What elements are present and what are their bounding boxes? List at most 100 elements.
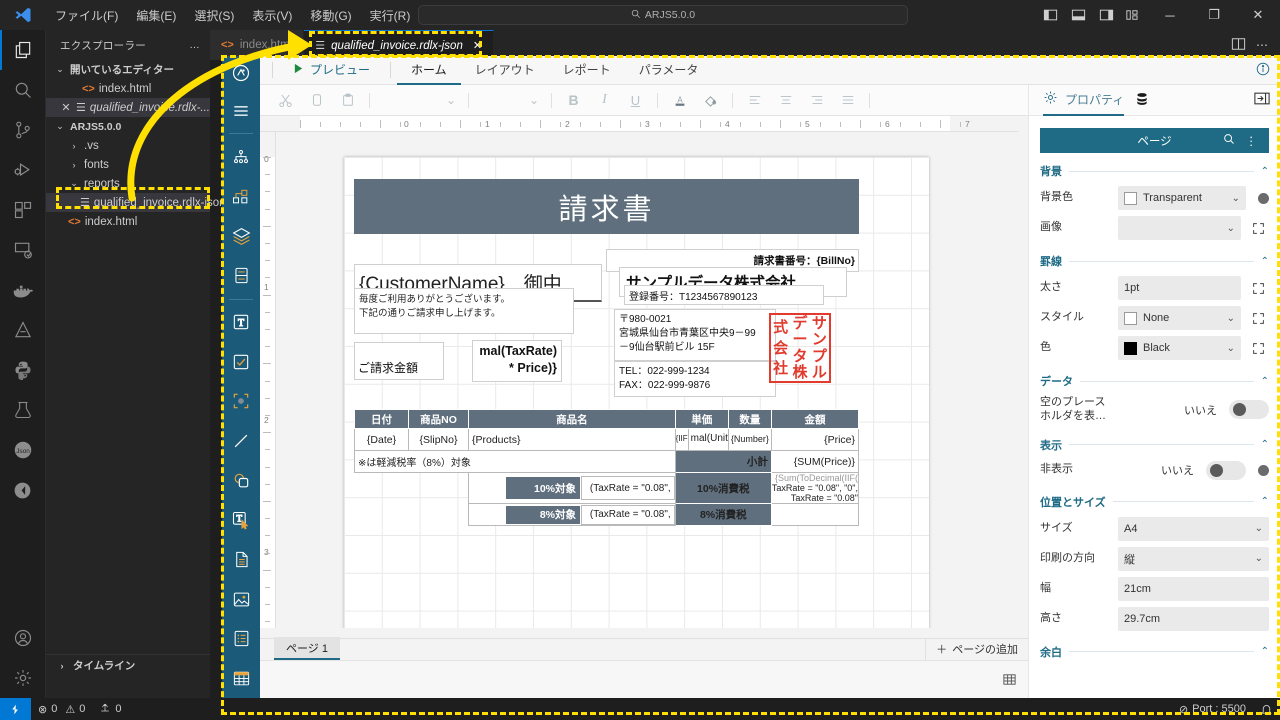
- python-icon[interactable]: [0, 350, 46, 390]
- line-icon[interactable]: [222, 421, 260, 461]
- explorer-icon[interactable]: [0, 30, 46, 70]
- subtotal-value[interactable]: {SUM(Price)}: [771, 451, 858, 473]
- border-color-select[interactable]: Black ⌄: [1118, 336, 1241, 360]
- chevron-up-icon[interactable]: ⌃: [1261, 439, 1269, 450]
- report-page[interactable]: 請求書 請求書番号：{BillNo} {CustomerName} 御中 毎度ご…: [344, 157, 929, 628]
- tab-layout[interactable]: レイアウト: [461, 56, 549, 85]
- property-search-bar[interactable]: ページ ⋮: [1040, 128, 1269, 153]
- search-icon[interactable]: [1223, 133, 1235, 148]
- testing-icon[interactable]: [0, 390, 46, 430]
- section-data[interactable]: データ ⌃: [1029, 363, 1280, 393]
- search-icon[interactable]: [0, 70, 46, 110]
- paper-size-select[interactable]: A4 ⌄: [1118, 517, 1269, 541]
- problems-status[interactable]: ⊗ 0 ⚠ 0: [31, 698, 92, 720]
- tax8-tax-value[interactable]: [771, 504, 858, 526]
- amount-label-field[interactable]: ご請求金額: [354, 342, 444, 380]
- cell-price[interactable]: {Price}: [771, 429, 858, 451]
- reset-dot-icon[interactable]: [1258, 465, 1269, 476]
- customize-layout-icon[interactable]: [1120, 0, 1148, 30]
- azure-icon[interactable]: [0, 310, 46, 350]
- file-qualified-invoice-rdlx-json[interactable]: ☰ qualified_invoice.rdlx-json: [46, 193, 210, 212]
- section-border[interactable]: 罫線 ⌃: [1029, 243, 1280, 273]
- close-icon[interactable]: ✕: [60, 101, 72, 114]
- grid-icon[interactable]: [996, 667, 1022, 693]
- canvas-scroll-area[interactable]: 請求書 請求書番号：{BillNo} {CustomerName} 御中 毎度ご…: [276, 132, 1018, 628]
- shape-icon[interactable]: [222, 382, 260, 422]
- partial-circle-icon[interactable]: [0, 470, 46, 510]
- copy-icon[interactable]: [301, 85, 332, 116]
- border-style-select[interactable]: None ⌄: [1118, 306, 1241, 330]
- folder-vs[interactable]: › .vs: [46, 136, 210, 155]
- layers-icon[interactable]: [222, 216, 260, 256]
- checkbox-icon[interactable]: [222, 342, 260, 382]
- menu-file[interactable]: ファイル(F): [46, 3, 127, 28]
- live-server-port[interactable]: ⊘ Port : 5500: [1172, 698, 1253, 720]
- amount-value-field[interactable]: mal(TaxRate) * Price)}: [472, 340, 562, 382]
- tab-parameters[interactable]: パラメータ: [625, 56, 713, 85]
- align-justify-icon[interactable]: [832, 85, 863, 116]
- window-close-button[interactable]: ✕: [1236, 0, 1280, 30]
- tax10-tax-value[interactable]: {Sum(ToDecimal(IIF( TaxRate = "0.08", "0…: [771, 473, 858, 504]
- docker-icon[interactable]: [0, 270, 46, 310]
- expression-editor-icon[interactable]: [1247, 217, 1269, 239]
- overlap-shape-icon[interactable]: [222, 461, 260, 501]
- menu-hamburger-icon[interactable]: [222, 91, 260, 131]
- section-visibility[interactable]: 表示 ⌃: [1029, 427, 1280, 457]
- split-editor-icon[interactable]: [1231, 37, 1246, 54]
- preview-button[interactable]: プレビュー: [279, 56, 384, 85]
- run-debug-icon[interactable]: [0, 150, 46, 190]
- toggle-panel-icon[interactable]: [1064, 0, 1092, 30]
- menu-edit[interactable]: 編集(E): [127, 3, 185, 28]
- menu-go[interactable]: 移動(G): [301, 3, 360, 28]
- align-left-icon[interactable]: [739, 85, 770, 116]
- more-actions-icon[interactable]: ⋯: [1256, 38, 1268, 52]
- cell-unit-price[interactable]: {IIF mal(Unit: [675, 429, 728, 451]
- greeting-field[interactable]: 毎度ご利用ありがとうございます。 下記の通りご請求申し上げます。: [354, 288, 574, 334]
- window-minimize-button[interactable]: －: [1148, 0, 1192, 30]
- align-center-icon[interactable]: [770, 85, 801, 116]
- expression-editor-icon[interactable]: [1247, 337, 1269, 359]
- table-icon[interactable]: [222, 659, 260, 698]
- registration-number-field[interactable]: 登録番号：T1234567890123: [624, 285, 824, 305]
- border-width-input[interactable]: 1pt: [1118, 276, 1241, 300]
- file-index-html[interactable]: <> index.html: [46, 212, 210, 231]
- sidebar-section-timeline[interactable]: › タイムライン: [46, 654, 210, 676]
- tab-properties[interactable]: プロパティ: [1043, 85, 1124, 116]
- chevron-up-icon[interactable]: ⌃: [1261, 496, 1269, 507]
- background-color-select[interactable]: Transparent ⌄: [1118, 186, 1246, 210]
- width-input[interactable]: 21cm: [1118, 577, 1269, 601]
- report-explorer-icon[interactable]: [222, 137, 260, 177]
- sidebar-more-icon[interactable]: …: [189, 39, 200, 51]
- sidebar-group-project-root[interactable]: ⌄ ARJS5.0.0: [46, 117, 210, 136]
- tax8-value[interactable]: (TaxRate = "0.08",: [581, 505, 675, 525]
- paste-icon[interactable]: [332, 85, 363, 116]
- sidebar-group-open-editors[interactable]: ⌄ 開いているエディター: [46, 60, 210, 79]
- tab-home[interactable]: ホーム: [397, 56, 461, 85]
- menu-run[interactable]: 実行(R): [361, 3, 420, 28]
- page-tab-1[interactable]: ページ 1: [274, 637, 340, 660]
- tax10-value[interactable]: (TaxRate = "0.08",: [581, 476, 675, 500]
- hidden-toggle[interactable]: [1206, 461, 1246, 480]
- extensions-icon[interactable]: [0, 190, 46, 230]
- font-color-icon[interactable]: A: [664, 85, 695, 116]
- italic-button[interactable]: I: [589, 85, 620, 116]
- cell-slip-no[interactable]: {SlipNo}: [409, 429, 469, 451]
- tab-report[interactable]: レポート: [549, 56, 625, 85]
- group-editor-icon[interactable]: [222, 177, 260, 217]
- report-title-band[interactable]: 請求書: [354, 179, 859, 234]
- json-icon[interactable]: Json: [0, 430, 46, 470]
- align-right-icon[interactable]: [801, 85, 832, 116]
- font-size-select[interactable]: ⌄: [475, 89, 545, 111]
- tel-fax-field[interactable]: TEL：022-999-1234 FAX：022-999-9876: [614, 361, 776, 397]
- toggle-secondary-sidebar-icon[interactable]: [1092, 0, 1120, 30]
- section-position-size[interactable]: 位置とサイズ ⌃: [1029, 484, 1280, 514]
- folder-fonts[interactable]: › fonts: [46, 155, 210, 174]
- textbox-icon[interactable]: T: [222, 302, 260, 342]
- source-control-icon[interactable]: [0, 110, 46, 150]
- cell-number[interactable]: {Number}: [728, 429, 771, 451]
- account-icon[interactable]: [0, 618, 46, 658]
- cell-products[interactable]: {Products}: [469, 429, 676, 451]
- chevron-up-icon[interactable]: ⌃: [1261, 646, 1269, 657]
- height-input[interactable]: 29.7cm: [1118, 607, 1269, 631]
- toggle-primary-sidebar-icon[interactable]: [1036, 0, 1064, 30]
